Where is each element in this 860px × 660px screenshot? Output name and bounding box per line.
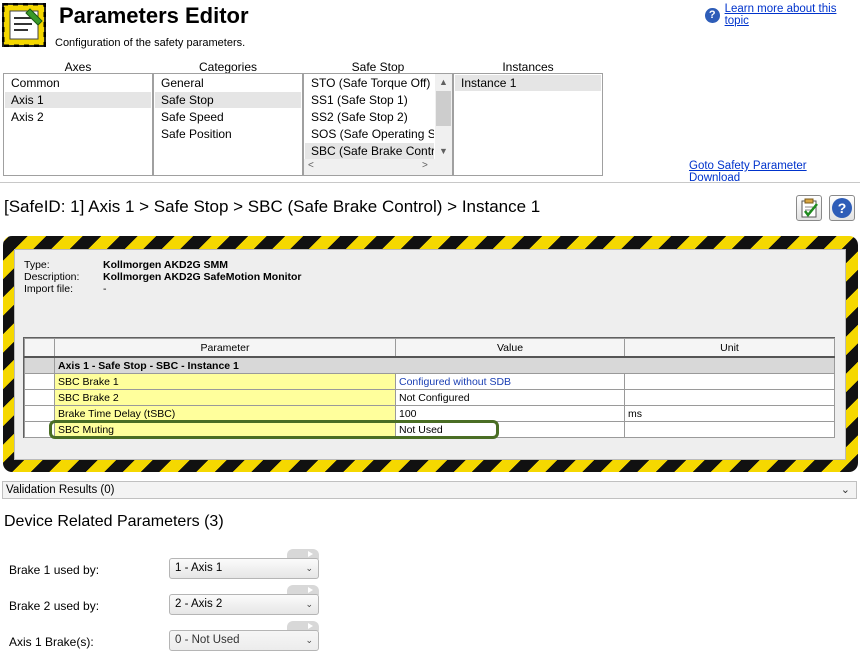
brake-1-used-by-control: 1 - Axis 1 ⌄ xyxy=(169,549,319,579)
help-icon[interactable]: ? xyxy=(705,7,720,23)
chevron-down-icon[interactable]: ⌄ xyxy=(305,595,313,614)
value-cell[interactable]: Not Configured xyxy=(395,389,625,406)
row-indent xyxy=(24,421,55,438)
unit-cell xyxy=(624,389,835,406)
help-link[interactable]: ? Learn more about this topic xyxy=(705,3,860,27)
list-item-sto[interactable]: STO (Safe Torque Off) xyxy=(305,75,434,91)
unit-cell xyxy=(624,421,835,438)
list-item-category-safe-position[interactable]: Safe Position xyxy=(155,126,301,142)
table-row[interactable]: SBC Brake 2 Not Configured xyxy=(24,389,835,406)
chevron-down-icon[interactable]: ⌄ xyxy=(305,631,313,650)
table-row[interactable]: Brake Time Delay (tSBC) 100 ms xyxy=(24,405,835,422)
divider xyxy=(0,182,860,183)
goto-safety-parameter-download-link[interactable]: Goto Safety Parameter Download xyxy=(689,160,860,184)
row-indent xyxy=(24,405,55,422)
row-indent xyxy=(24,373,55,390)
scrollbar-thumb[interactable] xyxy=(436,91,451,126)
list-item-sbc[interactable]: SBC (Safe Brake Control) xyxy=(305,143,434,159)
list-item-axes-axis-1[interactable]: Axis 1 xyxy=(5,92,151,108)
dropdown-value: 2 - Axis 2 xyxy=(175,598,223,610)
clipboard-check-icon xyxy=(801,198,818,218)
axes-list[interactable]: Common Axis 1 Axis 2 xyxy=(3,73,153,176)
instances-list[interactable]: Instance 1 xyxy=(453,73,603,176)
parameter-cell: Brake Time Delay (tSBC) xyxy=(54,405,396,422)
axis-1-brakes-label: Axis 1 Brake(s): xyxy=(9,635,94,649)
safe-stop-vertical-scrollbar[interactable]: ▲ ▼ xyxy=(435,74,452,159)
dropdown-value: 1 - Axis 1 xyxy=(175,562,223,574)
brake-1-used-by-label: Brake 1 used by: xyxy=(9,563,100,577)
breadcrumb: [SafeID: 1] Axis 1 > Safe Stop > SBC (Sa… xyxy=(4,197,541,216)
help-icon: ? xyxy=(832,198,852,218)
brake-2-used-by-control: 2 - Axis 2 ⌄ xyxy=(169,585,319,615)
unit-cell: ms xyxy=(624,405,835,422)
group-indent xyxy=(24,356,55,374)
table-row[interactable]: SBC Muting Not Used xyxy=(24,421,835,438)
dropdown-value: 0 - Not Used xyxy=(175,634,240,646)
column-header-parameter[interactable]: Parameter xyxy=(54,338,396,358)
parameter-cell: SBC Brake 1 xyxy=(54,373,396,390)
instances-heading: Instances xyxy=(502,60,554,74)
parameter-cell: SBC Muting xyxy=(54,421,396,438)
type-label: Type: xyxy=(24,259,50,271)
scroll-right-icon[interactable]: > xyxy=(422,160,428,171)
safe-stop-horizontal-scrollbar[interactable]: < > xyxy=(304,159,452,175)
list-item-ss2[interactable]: SS2 (Safe Stop 2) xyxy=(305,109,434,125)
validation-results-bar[interactable]: Validation Results (0) ⌄ xyxy=(2,481,857,499)
chevron-down-icon[interactable]: ⌄ xyxy=(841,482,850,498)
safe-stop-list[interactable]: STO (Safe Torque Off) SS1 (Safe Stop 1) … xyxy=(303,73,453,176)
scroll-up-icon[interactable]: ▲ xyxy=(435,74,452,90)
row-header-column xyxy=(24,338,55,358)
list-item-sos[interactable]: SOS (Safe Operating Sto xyxy=(305,126,434,142)
parameter-cell: SBC Brake 2 xyxy=(54,389,396,406)
categories-list[interactable]: General Safe Stop Safe Speed Safe Positi… xyxy=(153,73,303,176)
column-header-value[interactable]: Value xyxy=(395,338,625,358)
list-item-category-general[interactable]: General xyxy=(155,75,301,91)
axis-1-brakes-dropdown[interactable]: 0 - Not Used ⌄ xyxy=(169,630,319,651)
description-label: Description: xyxy=(24,271,80,283)
scroll-down-icon[interactable]: ▼ xyxy=(435,143,452,159)
parameter-table: Parameter Value Unit Axis 1 - Safe Stop … xyxy=(23,337,835,438)
help-button[interactable]: ? xyxy=(829,195,855,221)
brake-1-used-by-dropdown[interactable]: 1 - Axis 1 ⌄ xyxy=(169,558,319,579)
table-row[interactable]: SBC Brake 1 Configured without SDB xyxy=(24,373,835,390)
help-link-text[interactable]: Learn more about this topic xyxy=(725,3,860,27)
row-indent xyxy=(24,389,55,406)
list-item-ss1[interactable]: SS1 (Safe Stop 1) xyxy=(305,92,434,108)
axes-heading: Axes xyxy=(64,60,92,74)
validation-results-label: Validation Results (0) xyxy=(6,484,115,496)
safe-stop-heading: Safe Stop xyxy=(351,60,405,74)
import-file-value: - xyxy=(103,283,107,295)
list-item-instance-1[interactable]: Instance 1 xyxy=(455,75,601,91)
description-value: Kollmorgen AKD2G SafeMotion Monitor xyxy=(103,271,302,283)
group-row: Axis 1 - Safe Stop - SBC - Instance 1 xyxy=(54,356,835,374)
chevron-down-icon[interactable]: ⌄ xyxy=(305,559,313,578)
page-title: Parameters Editor xyxy=(59,3,249,28)
unit-cell xyxy=(624,373,835,390)
categories-heading: Categories xyxy=(198,60,258,74)
value-cell[interactable]: 100 xyxy=(395,405,625,422)
list-item-axes-axis-2[interactable]: Axis 2 xyxy=(5,109,151,125)
scroll-left-icon[interactable]: < xyxy=(308,160,314,171)
brake-2-used-by-dropdown[interactable]: 2 - Axis 2 ⌄ xyxy=(169,594,319,615)
import-file-label: Import file: xyxy=(24,283,74,295)
type-value: Kollmorgen AKD2G SMM xyxy=(103,259,229,271)
device-related-parameters-title: Device Related Parameters (3) xyxy=(4,513,224,530)
column-header-unit[interactable]: Unit xyxy=(624,338,835,358)
brake-2-used-by-label: Brake 2 used by: xyxy=(9,599,100,613)
value-cell[interactable]: Not Used xyxy=(395,421,625,438)
validate-button[interactable] xyxy=(796,195,822,221)
page-subtitle: Configuration of the safety parameters. xyxy=(55,37,246,49)
list-item-axes-common[interactable]: Common xyxy=(5,75,151,91)
value-cell[interactable]: Configured without SDB xyxy=(395,373,625,390)
axis-1-brakes-control: 0 - Not Used ⌄ xyxy=(169,621,319,651)
list-item-category-safe-stop[interactable]: Safe Stop xyxy=(155,92,301,108)
parameters-editor-app-icon xyxy=(1,2,47,48)
list-item-category-safe-speed[interactable]: Safe Speed xyxy=(155,109,301,125)
